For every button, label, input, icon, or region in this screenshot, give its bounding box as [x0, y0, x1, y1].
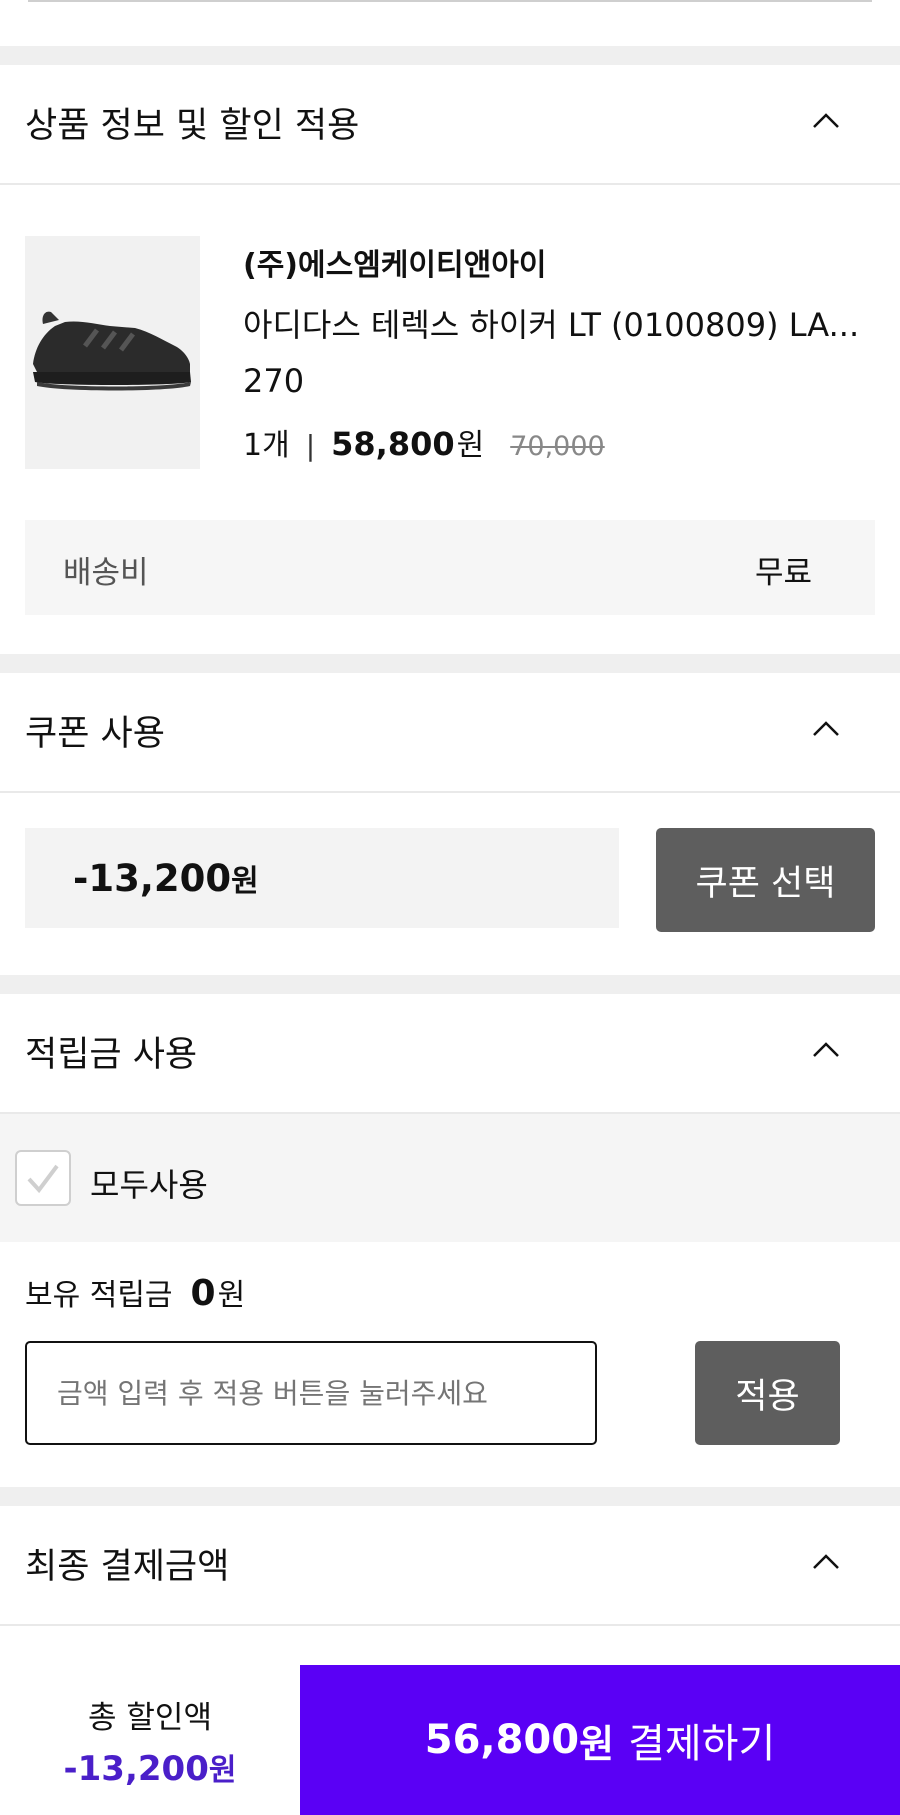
use-all-row: 모두사용 — [0, 1114, 900, 1242]
points-balance: 보유 적립금 0 원 — [25, 1270, 245, 1314]
use-all-label[interactable]: 모두사용 — [90, 1160, 208, 1206]
total-discount-unit: 원 — [208, 1752, 237, 1788]
sneaker-image — [33, 311, 191, 391]
section-title-coupon: 쿠폰 사용 — [25, 714, 165, 754]
pay-button[interactable]: 56,800 원 결제하기 — [300, 1665, 900, 1815]
total-discount-value: -13,200 — [63, 1748, 209, 1789]
price-row: 1개 | 58,800 원 70,000 — [243, 420, 605, 464]
use-all-checkbox[interactable] — [15, 1150, 71, 1206]
checkmark-icon — [27, 1164, 59, 1194]
section-gap — [0, 46, 900, 65]
total-discount-amount: -13,200원 — [64, 1745, 237, 1789]
pay-amount-unit: 원 — [579, 1721, 615, 1766]
section-gap — [0, 654, 900, 673]
chevron-up-icon[interactable] — [808, 1032, 844, 1068]
shipping-label: 배송비 — [63, 555, 149, 591]
sale-price-unit: 원 — [456, 428, 485, 463]
divider — [0, 1624, 900, 1626]
pay-amount: 56,800 — [424, 1717, 580, 1763]
total-discount: 총 할인액 -13,200원 — [0, 1665, 300, 1815]
product-option: 270 — [243, 362, 305, 400]
chevron-up-icon[interactable] — [808, 1544, 844, 1580]
pay-label: 결제하기 — [628, 1721, 776, 1767]
coupon-amount: -13,200 — [73, 856, 232, 900]
chevron-up-icon[interactable] — [808, 711, 844, 747]
quantity: 1개 — [243, 428, 290, 463]
shipping-box: 배송비 무료 — [25, 520, 875, 615]
original-price: 70,000 — [510, 431, 605, 462]
section-title-points: 적립금 사용 — [25, 1035, 198, 1075]
coupon-section-header[interactable]: 쿠폰 사용 — [0, 673, 900, 791]
points-apply-button[interactable]: 적용 — [695, 1341, 840, 1445]
product-image[interactable] — [25, 236, 200, 469]
price-separator: | — [305, 429, 316, 462]
section-gap — [0, 975, 900, 994]
coupon-select-button[interactable]: 쿠폰 선택 — [656, 828, 875, 932]
section-gap — [0, 1487, 900, 1506]
section-title-product: 상품 정보 및 할인 적용 — [25, 106, 360, 146]
divider — [0, 183, 900, 185]
coupon-amount-box: -13,200 원 — [25, 828, 619, 928]
points-amount-input[interactable] — [25, 1341, 597, 1445]
product-section-header[interactable]: 상품 정보 및 할인 적용 — [0, 65, 900, 183]
coupon-amount-unit: 원 — [231, 864, 259, 899]
sale-price: 58,800 — [331, 425, 455, 463]
chevron-up-icon[interactable] — [808, 103, 844, 139]
points-balance-label: 보유 적립금 — [25, 1278, 173, 1313]
section-title-final: 최종 결제금액 — [25, 1547, 230, 1587]
bottom-bar: 총 할인액 -13,200원 56,800 원 결제하기 — [0, 1665, 900, 1815]
divider — [0, 791, 900, 793]
shipping-value: 무료 — [755, 555, 813, 591]
total-discount-label: 총 할인액 — [88, 1699, 212, 1736]
seller-name: (주)에스엠케이티앤아이 — [243, 248, 547, 283]
final-section-header[interactable]: 최종 결제금액 — [0, 1506, 900, 1624]
product-name[interactable]: 아디다스 테렉스 하이커 LT (0100809) LA... — [243, 300, 863, 346]
points-section-header[interactable]: 적립금 사용 — [0, 994, 900, 1112]
points-balance-value: 0 — [190, 1273, 216, 1314]
top-divider — [28, 0, 872, 2]
points-balance-unit: 원 — [217, 1278, 246, 1313]
